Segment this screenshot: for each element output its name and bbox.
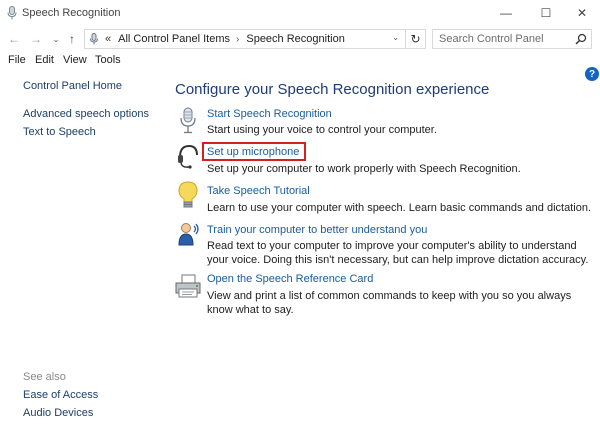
- navigation-bar: ← → ⌄ ↑ « All Control Panel Items › Spee…: [0, 27, 600, 51]
- microphone-icon: [180, 107, 196, 134]
- set-up-microphone-link[interactable]: Set up microphone: [207, 146, 299, 158]
- train-your-computer-link[interactable]: Train your computer to better understand…: [207, 224, 427, 236]
- lightbulb-icon: [178, 181, 198, 208]
- sidebar-audio-devices[interactable]: Audio Devices: [23, 407, 93, 419]
- page-title: Configure your Speech Recognition experi…: [175, 81, 490, 98]
- address-bar[interactable]: « All Control Panel Items › Speech Recog…: [84, 29, 426, 49]
- task-description: Learn to use your computer with speech. …: [207, 202, 591, 214]
- breadcrumb-all-control-panel-items[interactable]: All Control Panel Items: [118, 33, 230, 45]
- printer-icon: [175, 274, 201, 298]
- search-input[interactable]: [433, 30, 573, 48]
- task-description: Start using your voice to control your c…: [207, 124, 437, 136]
- menu-bar: File Edit View Tools: [0, 52, 600, 68]
- close-button[interactable]: ✕: [564, 2, 600, 24]
- recent-locations-dropdown[interactable]: ⌄: [48, 30, 64, 48]
- headset-icon: [178, 144, 198, 169]
- sidebar-control-panel-home[interactable]: Control Panel Home: [23, 80, 122, 92]
- minimize-button[interactable]: —: [488, 2, 524, 24]
- sidebar-advanced-speech-options[interactable]: Advanced speech options: [23, 108, 149, 120]
- breadcrumb-speech-recognition[interactable]: Speech Recognition: [246, 33, 344, 45]
- take-speech-tutorial-link[interactable]: Take Speech Tutorial: [207, 185, 310, 197]
- task-description: Read text to your computer to improve yo…: [207, 240, 589, 266]
- sidebar-ease-of-access[interactable]: Ease of Access: [23, 389, 98, 401]
- breadcrumb-separator[interactable]: ›: [236, 34, 239, 45]
- help-icon[interactable]: ?: [585, 67, 599, 81]
- task-description: Set up your computer to work properly wi…: [207, 163, 521, 175]
- microphone-app-icon: [7, 6, 17, 20]
- refresh-button[interactable]: ↻: [405, 29, 425, 49]
- menu-file[interactable]: File: [8, 54, 26, 66]
- start-speech-recognition-link[interactable]: Start Speech Recognition: [207, 108, 332, 120]
- menu-tools[interactable]: Tools: [95, 54, 121, 66]
- up-button[interactable]: ↑: [64, 30, 80, 48]
- menu-view[interactable]: View: [63, 54, 87, 66]
- microphone-icon: [90, 33, 98, 45]
- open-speech-reference-card-link[interactable]: Open the Speech Reference Card: [207, 273, 373, 285]
- task-description: View and print a list of common commands…: [207, 290, 572, 316]
- back-button[interactable]: ←: [6, 30, 22, 48]
- see-also-label: See also: [23, 371, 66, 383]
- title-bar: Speech Recognition — ☐ ✕: [0, 0, 600, 27]
- search-box[interactable]: [432, 29, 592, 49]
- maximize-button[interactable]: ☐: [528, 2, 564, 24]
- menu-edit[interactable]: Edit: [35, 54, 54, 66]
- user-voice-icon: [178, 223, 199, 246]
- address-dropdown[interactable]: ⌄: [392, 33, 399, 42]
- sidebar-text-to-speech[interactable]: Text to Speech: [23, 126, 96, 138]
- search-icon[interactable]: [575, 33, 587, 45]
- forward-button[interactable]: →: [28, 30, 44, 48]
- window-title: Speech Recognition: [22, 7, 121, 19]
- address-overflow-chevron[interactable]: «: [105, 33, 111, 45]
